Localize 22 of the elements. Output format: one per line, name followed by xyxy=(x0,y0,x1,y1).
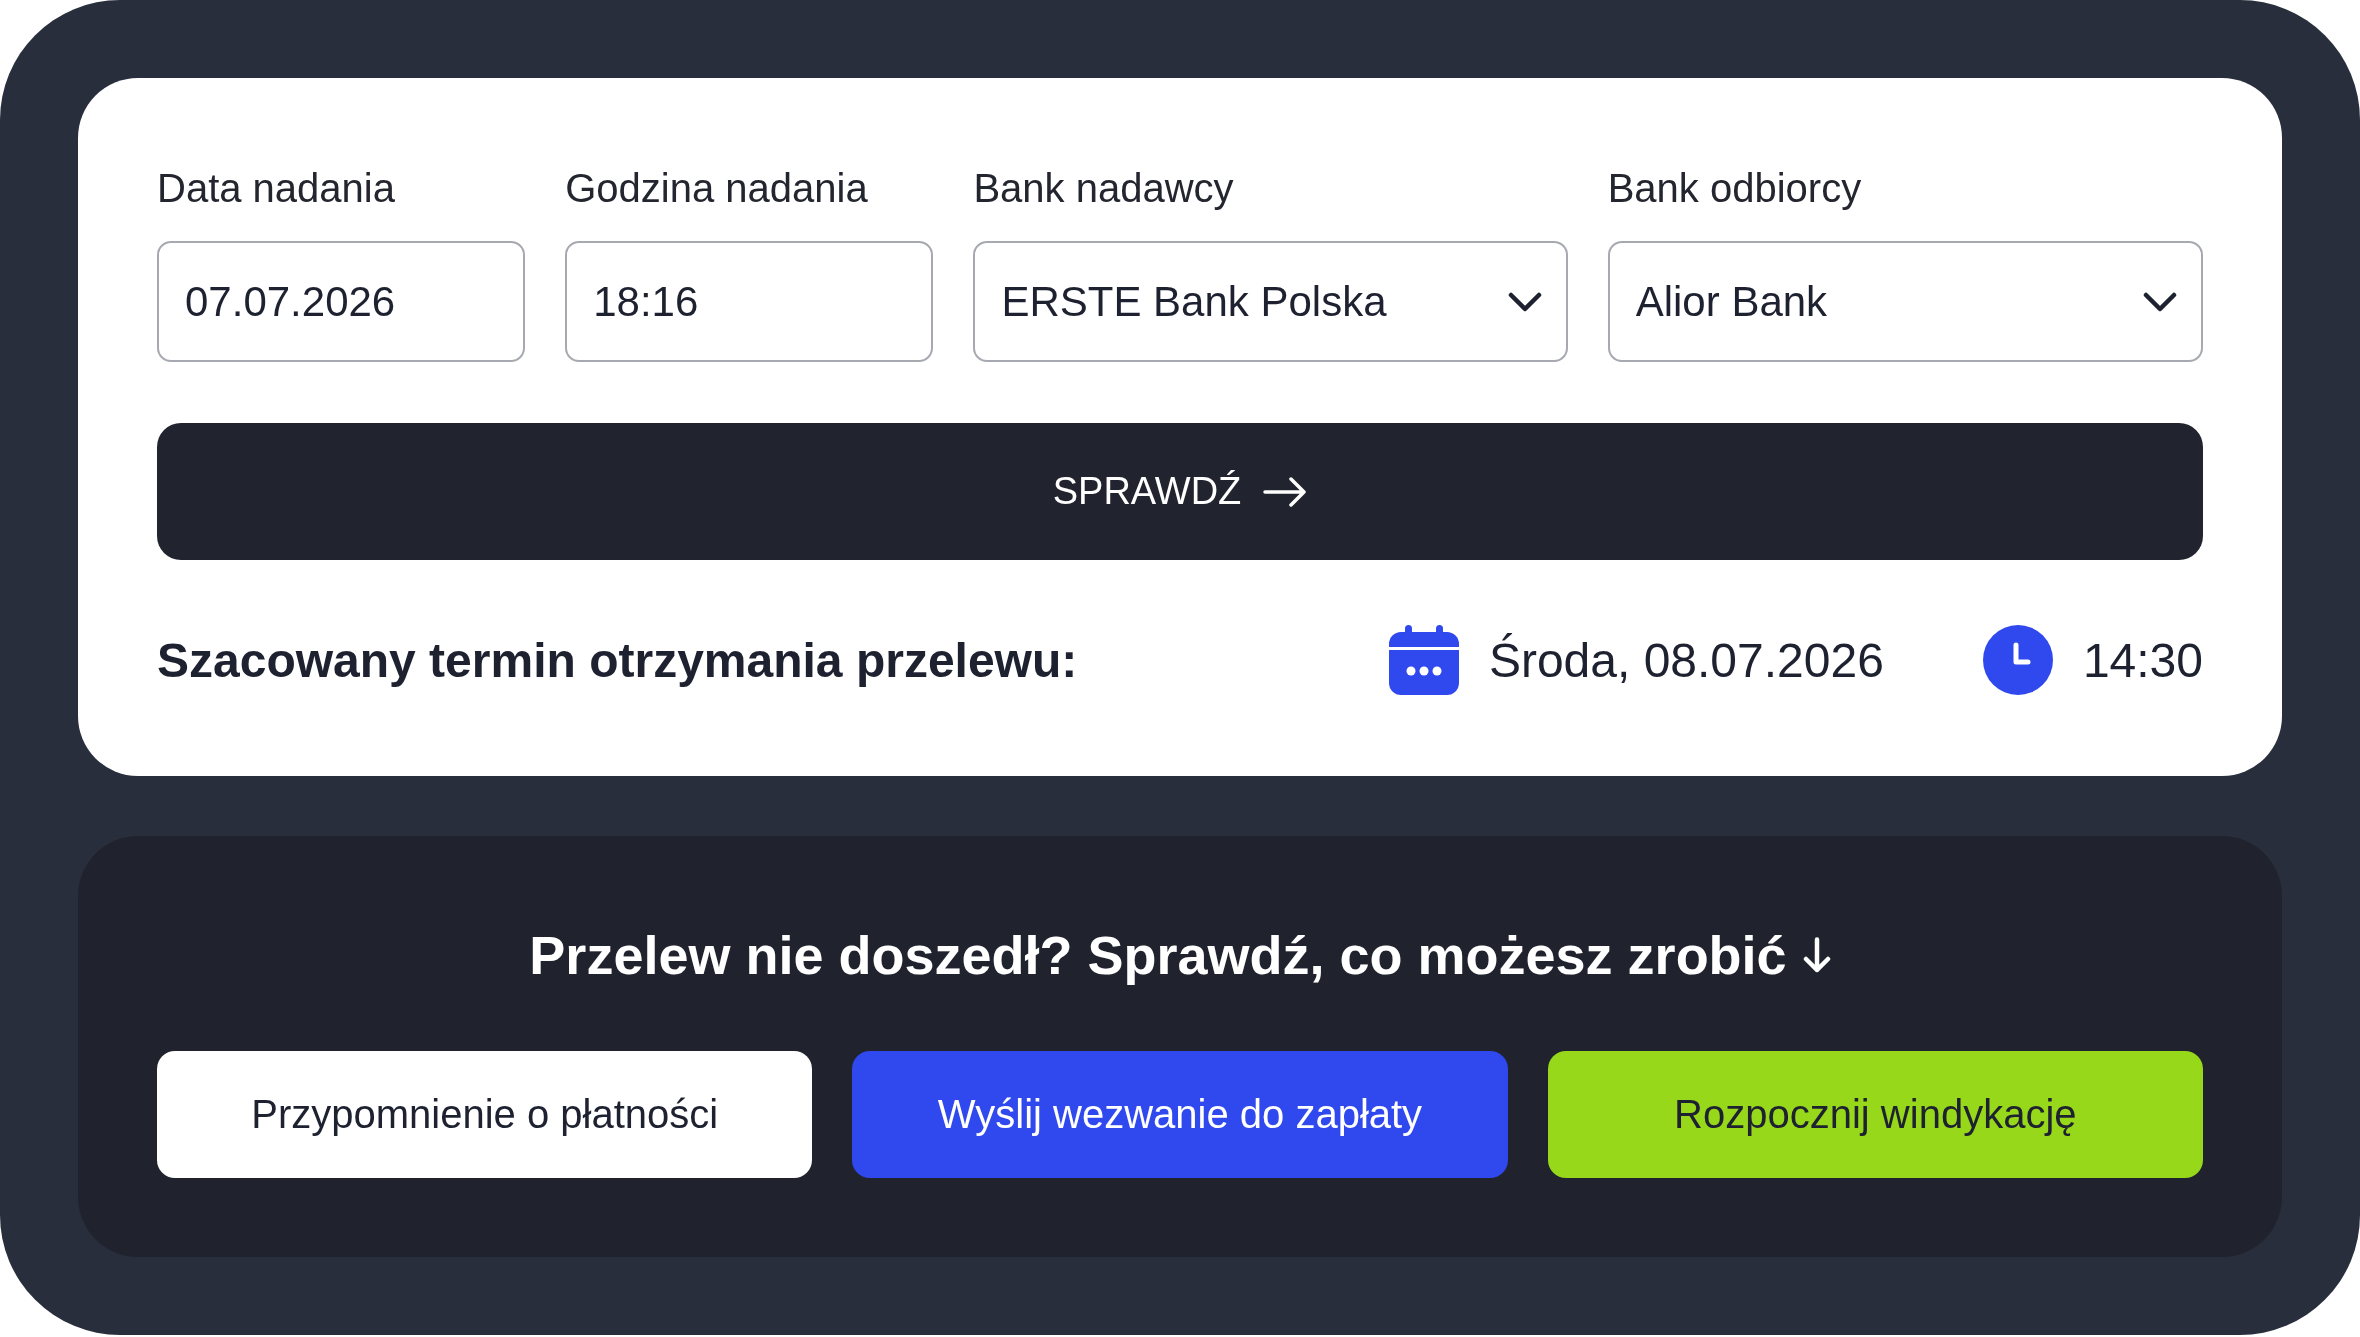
result-label: Szacowany termin otrzymania przelewu: xyxy=(157,632,1078,688)
text-field[interactable]: 18:16 xyxy=(565,241,934,362)
arrow-down-icon xyxy=(1802,937,1831,973)
clock-icon xyxy=(1982,625,2053,695)
help-heading: Przelew nie doszedł? Sprawdź, co możesz zrobić xyxy=(529,924,1787,987)
field-label: Bank nadawcy xyxy=(973,165,1234,212)
action-button[interactable]: Wyślij wezwanie do zapłaty xyxy=(852,1051,1508,1178)
check-button[interactable]: SPRAWDŹ xyxy=(157,423,2203,560)
field-label: Bank odbiorcy xyxy=(1607,165,1862,212)
text-field[interactable]: 07.07.2026 xyxy=(157,241,526,362)
calendar-icon xyxy=(1388,625,1459,695)
delivery-time: 14:30 xyxy=(2082,632,2203,688)
dropdown-field[interactable]: ERSTE Bank Polska xyxy=(973,241,1568,362)
delivery-date: Środa, 08.07.2026 xyxy=(1488,632,1884,688)
action-button[interactable]: Rozpocznij windykację xyxy=(1547,1051,2203,1178)
arrow-right-icon xyxy=(1263,476,1308,507)
field-label: Godzina nadania xyxy=(565,165,868,212)
chevron-down-icon xyxy=(1507,291,1542,312)
field-label: Data nadania xyxy=(157,165,395,212)
action-button[interactable]: Przypomnienie o płatności xyxy=(157,1051,813,1178)
chevron-down-icon xyxy=(2143,291,2177,312)
dropdown-field[interactable]: Alior Bank xyxy=(1607,241,2203,362)
